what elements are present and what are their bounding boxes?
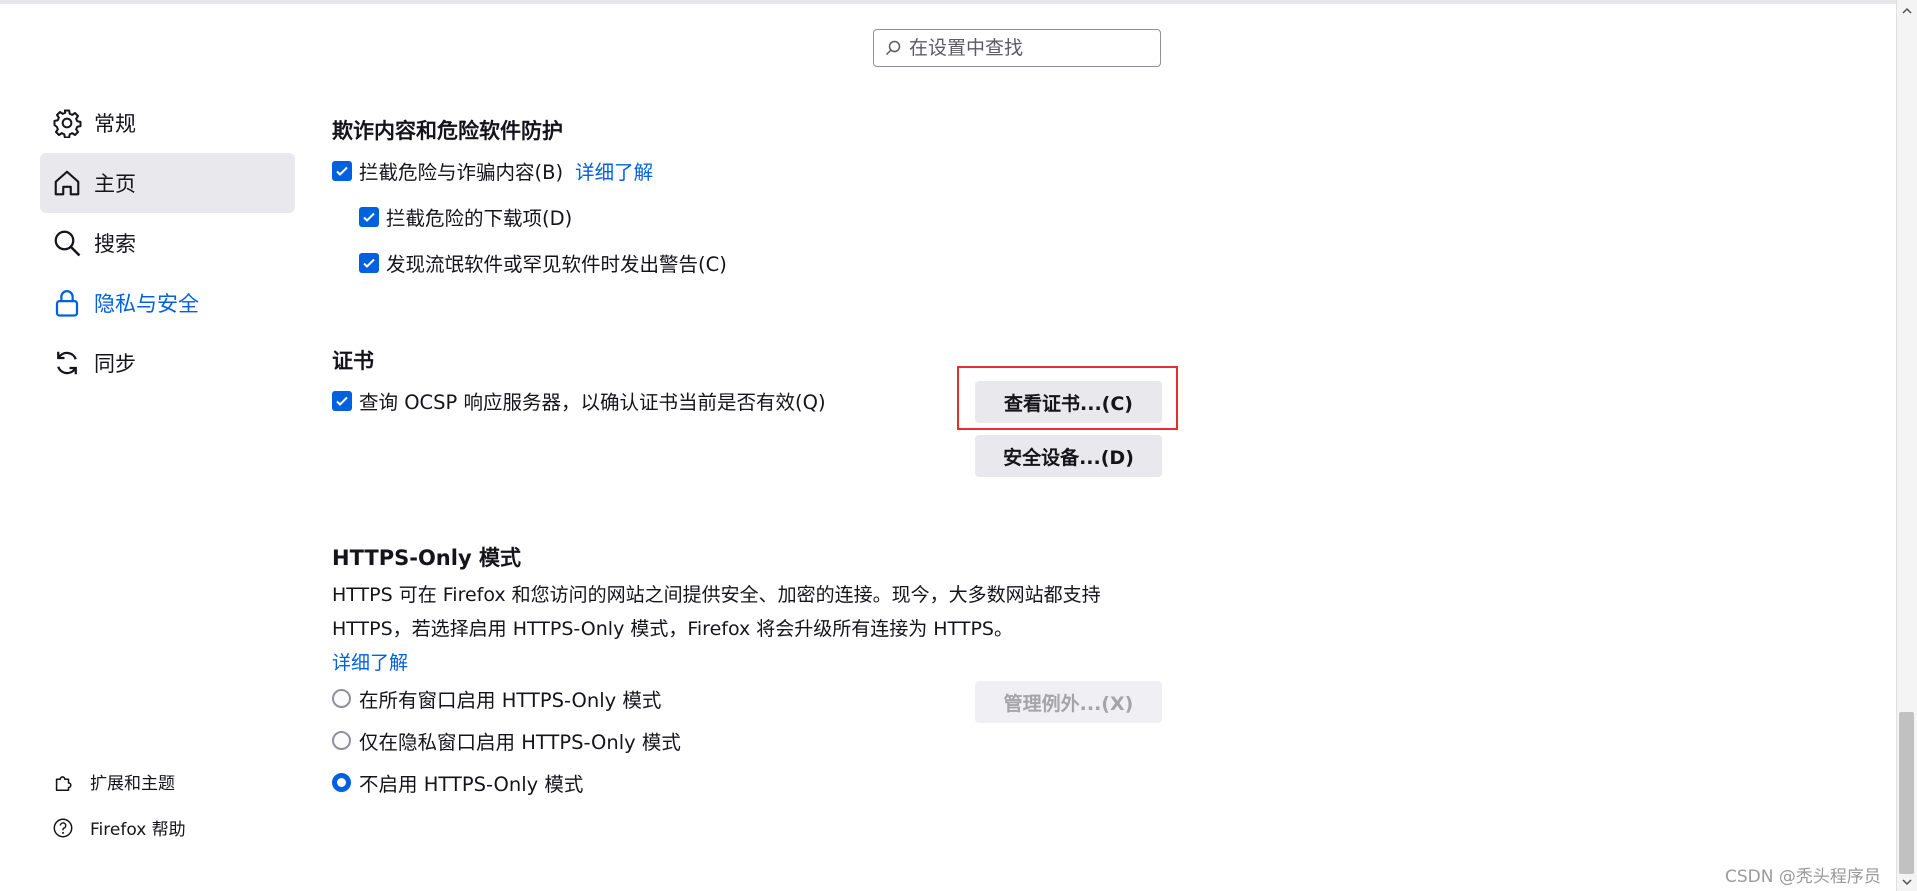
gear-icon (53, 109, 82, 138)
block-downloads-checkbox[interactable] (359, 206, 379, 227)
annotation-highlight-box (957, 366, 1178, 430)
search-input[interactable] (907, 36, 1151, 60)
puzzle-icon (55, 775, 72, 791)
sidebar-item-home[interactable]: 主页 (40, 153, 295, 213)
section-heading-deceptive: 欺诈内容和危险软件防护 (332, 119, 563, 143)
block-dangerous-row: 拦截危险与诈骗内容(B) 详细了解 (332, 156, 653, 185)
checkmark-icon (336, 396, 348, 406)
sidebar-item-label: 搜索 (94, 232, 136, 256)
learn-more-link[interactable]: 详细了解 (575, 156, 653, 185)
security-devices-button[interactable]: 安全设备...(D) (975, 435, 1162, 477)
sidebar-item-privacy[interactable]: 隐私与安全 (40, 273, 295, 333)
sidebar-item-label: 同步 (94, 352, 136, 376)
scroll-down-arrow-icon[interactable] (1901, 876, 1913, 888)
description-line-2: HTTPS，若选择启用 HTTPS-Only 模式，Firefox 将会升级所有… (332, 618, 1013, 640)
radio-all-windows[interactable] (332, 689, 351, 708)
search-icon (885, 40, 901, 56)
radio-private-windows[interactable] (332, 731, 351, 750)
sidebar-item-search[interactable]: 搜索 (40, 213, 295, 273)
checkmark-icon (363, 258, 375, 268)
manage-exceptions-button[interactable]: 管理例外...(X) (975, 681, 1162, 723)
sidebar-extensions-themes[interactable]: 扩展和主题 (52, 769, 175, 794)
settings-search-box[interactable] (873, 29, 1161, 67)
watermark: CSDN @秃头程序员 (1725, 867, 1881, 887)
search-icon (54, 230, 81, 257)
home-icon (54, 170, 80, 196)
description-line-1: HTTPS 可在 Firefox 和您访问的网站之间提供安全、加密的连接。现今，… (332, 584, 1101, 606)
radio-label: 仅在隐私窗口启用 HTTPS-Only 模式 (359, 731, 681, 754)
sidebar-footer-label: 扩展和主题 (90, 774, 175, 794)
section-heading-certificates: 证书 (332, 349, 374, 373)
section-heading-https-only: HTTPS-Only 模式 (332, 546, 521, 570)
sidebar-item-sync[interactable]: 同步 (40, 333, 295, 393)
ocsp-checkbox[interactable] (332, 390, 352, 411)
warn-unwanted-checkbox[interactable] (359, 252, 379, 273)
https-only-description: HTTPS 可在 Firefox 和您访问的网站之间提供安全、加密的连接。现今，… (332, 578, 1132, 680)
block-dangerous-label[interactable]: 拦截危险与诈骗内容(B) (359, 156, 563, 185)
warn-unwanted-row: 发现流氓软件或罕见软件时发出警告(C) (359, 248, 727, 277)
checkmark-icon (363, 212, 375, 222)
https-option-all-windows[interactable]: 在所有窗口启用 HTTPS-Only 模式 (332, 684, 661, 713)
https-option-disabled[interactable]: 不启用 HTTPS-Only 模式 (332, 768, 583, 797)
top-border (0, 0, 1917, 4)
ocsp-label[interactable]: 查询 OCSP 响应服务器，以确认证书当前是否有效(Q) (359, 386, 826, 415)
ocsp-row: 查询 OCSP 响应服务器，以确认证书当前是否有效(Q) (332, 386, 826, 415)
warn-unwanted-label[interactable]: 发现流氓软件或罕见软件时发出警告(C) (386, 248, 727, 277)
radio-label: 不启用 HTTPS-Only 模式 (359, 773, 584, 796)
help-icon (53, 818, 73, 837)
block-downloads-row: 拦截危险的下载项(D) (359, 202, 572, 231)
sync-icon (57, 351, 77, 375)
lock-icon (55, 290, 79, 317)
sidebar-firefox-help[interactable]: Firefox 帮助 (52, 815, 186, 840)
block-downloads-label[interactable]: 拦截危险的下载项(D) (386, 202, 572, 231)
sidebar-footer-label: Firefox 帮助 (90, 820, 186, 840)
block-dangerous-checkbox[interactable] (332, 160, 352, 181)
scroll-up-arrow-icon[interactable] (1901, 5, 1913, 17)
radio-label: 在所有窗口启用 HTTPS-Only 模式 (359, 689, 662, 712)
https-learn-more-link[interactable]: 详细了解 (332, 646, 408, 680)
scrollbar-thumb[interactable] (1899, 712, 1914, 874)
checkmark-icon (336, 166, 348, 176)
radio-disabled[interactable] (332, 773, 351, 792)
https-option-private-windows[interactable]: 仅在隐私窗口启用 HTTPS-Only 模式 (332, 726, 681, 755)
sidebar-item-label: 主页 (94, 172, 136, 196)
sidebar-item-label: 常规 (94, 112, 136, 136)
sidebar-item-label: 隐私与安全 (94, 292, 199, 316)
sidebar-item-general[interactable]: 常规 (40, 93, 295, 153)
